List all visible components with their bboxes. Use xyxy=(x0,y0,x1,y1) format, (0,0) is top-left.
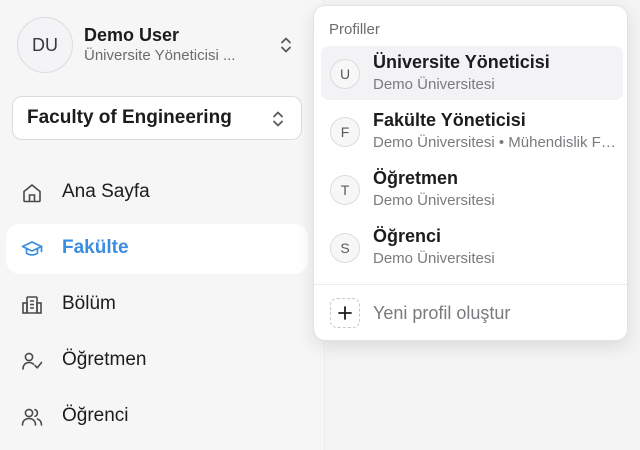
sidebar-item-label: Fakülte xyxy=(62,237,129,258)
chevron-up-down-icon xyxy=(279,35,293,60)
sidebar-item-label: Bölüm xyxy=(62,293,116,314)
sidebar-item-label: Öğretmen xyxy=(62,349,147,370)
profile-name: Öğretmen xyxy=(373,168,459,188)
user-check-icon xyxy=(21,350,43,372)
user-info: Demo User Üniversite Yöneticisi ... xyxy=(84,24,262,66)
plus-icon xyxy=(330,298,360,328)
user-role: Üniversite Yöneticisi ... xyxy=(84,47,236,64)
user-name: Demo User xyxy=(84,25,180,45)
profile-item[interactable]: T Öğretmen Demo Üniversitesi xyxy=(321,162,623,216)
profiles-menu: Profiller U Üniversite Yöneticisi Demo Ü… xyxy=(313,5,628,341)
users-icon xyxy=(21,406,43,428)
sidebar-item-label: Ana Sayfa xyxy=(62,181,150,202)
sidebar-item-student[interactable]: Öğrenci xyxy=(6,392,308,442)
user-switcher[interactable]: DU Demo User Üniversite Yöneticisi ... xyxy=(17,17,303,73)
profile-initial: T xyxy=(340,182,350,198)
profile-item[interactable]: F Fakülte Yöneticisi Demo Üniversitesi •… xyxy=(321,104,623,158)
faculty-selector[interactable]: Faculty of Engineering xyxy=(12,96,302,140)
chevron-up-down-icon xyxy=(271,109,285,134)
sidebar: DU Demo User Üniversite Yöneticisi ... F… xyxy=(0,0,325,450)
profile-initial: S xyxy=(340,240,350,256)
profile-name: Öğrenci xyxy=(373,226,442,246)
faculty-selector-label: Faculty of Engineering xyxy=(27,107,232,128)
profile-avatar: T xyxy=(330,175,360,205)
new-profile-label: Yeni profil oluştur xyxy=(373,303,511,323)
user-avatar: DU xyxy=(17,17,73,73)
profile-name: Fakülte Yöneticisi xyxy=(373,110,526,130)
home-icon xyxy=(21,182,43,204)
profile-subtitle: Demo Üniversitesi • Mühendislik Fakültes… xyxy=(373,134,617,151)
menu-divider xyxy=(314,284,627,285)
profile-item[interactable]: U Üniversite Yöneticisi Demo Üniversites… xyxy=(321,46,623,100)
sidebar-item-teacher[interactable]: Öğretmen xyxy=(6,336,308,386)
sidebar-item-home[interactable]: Ana Sayfa xyxy=(6,168,308,218)
profile-item[interactable]: S Öğrenci Demo Üniversitesi xyxy=(321,220,623,274)
sidebar-item-faculty[interactable]: Fakülte xyxy=(6,224,308,274)
new-profile-button[interactable]: Yeni profil oluştur xyxy=(321,296,623,332)
profile-name: Üniversite Yöneticisi xyxy=(373,52,550,72)
graduation-cap-icon xyxy=(21,238,43,260)
sidebar-item-label: Öğrenci xyxy=(62,405,129,426)
profile-subtitle: Demo Üniversitesi xyxy=(373,250,495,267)
profile-initial: U xyxy=(339,66,351,82)
profile-subtitle: Demo Üniversitesi xyxy=(373,192,495,209)
user-initials: DU xyxy=(32,34,58,55)
profile-avatar: U xyxy=(330,59,360,89)
sidebar-item-department[interactable]: Bölüm xyxy=(6,280,308,330)
profile-avatar: S xyxy=(330,233,360,263)
profile-avatar: F xyxy=(330,117,360,147)
profile-subtitle: Demo Üniversitesi xyxy=(373,76,495,93)
profile-initial: F xyxy=(340,124,350,140)
building-icon xyxy=(21,294,43,316)
profiles-menu-title: Profiller xyxy=(329,21,380,38)
